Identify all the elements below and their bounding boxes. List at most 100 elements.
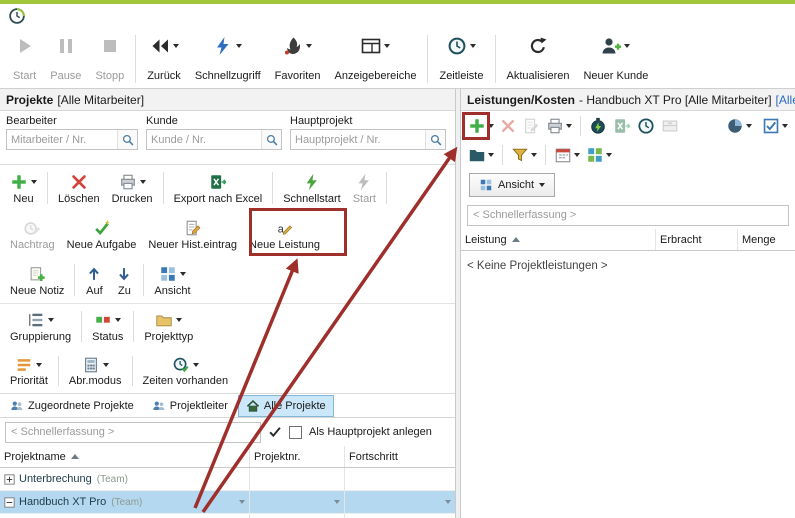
nachtrag-button[interactable]: Nachtrag: [4, 213, 61, 255]
chevron-down-icon[interactable]: [746, 124, 752, 128]
collapse-button[interactable]: Zu: [109, 259, 139, 301]
export-excel-button[interactable]: Export nach Excel: [168, 167, 269, 209]
kunde-search-button[interactable]: [261, 130, 281, 149]
expand-button[interactable]: Auf: [79, 259, 109, 301]
chevron-down-icon[interactable]: [31, 180, 37, 184]
new-customer-button[interactable]: Neuer Kunde: [576, 30, 655, 88]
chevron-down-icon[interactable]: [48, 318, 54, 322]
time-entries-button[interactable]: [634, 115, 658, 137]
chevron-down-icon[interactable]: [193, 363, 199, 367]
chevron-down-icon[interactable]: [470, 44, 476, 48]
services-panel-title: Leistungen/Kosten: [467, 93, 575, 107]
archive-button[interactable]: [658, 115, 682, 137]
start-timer-button[interactable]: Start: [347, 167, 382, 209]
chevron-down-icon[interactable]: [531, 153, 537, 157]
pause-button[interactable]: Pause: [43, 30, 88, 88]
column-header-leistung[interactable]: Leistung: [461, 229, 656, 250]
tab-alle-projekte[interactable]: Alle Projekte: [238, 395, 334, 417]
tree-collapse-icon[interactable]: [4, 497, 15, 508]
quickstart-button[interactable]: Schnellstart: [277, 167, 346, 209]
column-header-projektnr[interactable]: Projektnr.: [250, 446, 345, 467]
chevron-down-icon[interactable]: [574, 153, 580, 157]
services-quick-entry-input[interactable]: [467, 205, 789, 226]
grouping-button[interactable]: Gruppierung: [4, 306, 77, 347]
table-row-handbuch-xt-pro-selected[interactable]: Handbuch XT Pro (Team): [0, 491, 455, 514]
cell-dropdown-icon[interactable]: [239, 500, 245, 504]
chevron-down-icon[interactable]: [140, 180, 146, 184]
timeline-button[interactable]: Zeitleiste: [432, 30, 490, 88]
project-type-button[interactable]: Projekttyp: [138, 306, 199, 347]
confirm-check-icon[interactable]: [268, 425, 282, 439]
statistics-button[interactable]: [723, 115, 755, 137]
chevron-down-icon[interactable]: [236, 44, 242, 48]
print-services-button[interactable]: [543, 115, 575, 137]
priority-button[interactable]: Priorität: [4, 351, 54, 391]
new-project-button[interactable]: Neu: [4, 167, 43, 209]
new-service-entry-button[interactable]: [465, 115, 497, 137]
column-header-fortschritt[interactable]: Fortschritt: [345, 446, 455, 467]
delete-button[interactable]: Löschen: [52, 167, 106, 209]
chevron-down-icon[interactable]: [566, 124, 572, 128]
edit-service-button[interactable]: [519, 115, 543, 137]
quick-access-button[interactable]: Schnellzugriff: [188, 30, 268, 88]
new-service-button[interactable]: Neue Leistung: [243, 213, 326, 255]
chevron-down-icon[interactable]: [606, 153, 612, 157]
stop-button[interactable]: Stopp: [88, 30, 131, 88]
chevron-down-icon[interactable]: [782, 124, 788, 128]
chevron-down-icon[interactable]: [173, 44, 179, 48]
chevron-down-icon[interactable]: [103, 363, 109, 367]
column-header-erbracht[interactable]: Erbracht: [656, 229, 738, 250]
back-button[interactable]: Zurück: [140, 30, 188, 88]
view-button[interactable]: Ansicht: [148, 259, 196, 301]
chevron-down-icon[interactable]: [115, 318, 121, 322]
print-button[interactable]: Drucken: [106, 167, 159, 209]
chevron-down-icon[interactable]: [624, 44, 630, 48]
new-note-button[interactable]: Neue Notiz: [4, 259, 70, 301]
table-row-unterbrechung[interactable]: Unterbrechung (Team): [0, 468, 455, 491]
chevron-down-icon[interactable]: [384, 44, 390, 48]
checklist-button[interactable]: [759, 115, 791, 137]
billing-mode-button[interactable]: Abr.modus: [63, 351, 128, 391]
new-history-entry-button[interactable]: Neuer Hist.eintrag: [142, 213, 243, 255]
chevron-down-icon[interactable]: [180, 272, 186, 276]
times-available-button[interactable]: Zeiten vorhanden: [137, 351, 235, 391]
hauptprojekt-checkbox[interactable]: [289, 426, 302, 439]
favorites-button[interactable]: Favoriten: [268, 30, 328, 88]
category-blocks-button[interactable]: [583, 144, 615, 166]
chevron-down-icon[interactable]: [36, 363, 42, 367]
status-filter-button[interactable]: Status: [86, 306, 129, 347]
chevron-down-icon[interactable]: [306, 44, 312, 48]
cell-dropdown-icon[interactable]: [445, 500, 451, 504]
services-view-button[interactable]: Ansicht: [469, 173, 555, 197]
tree-expand-icon[interactable]: [4, 474, 15, 485]
kunde-input[interactable]: [147, 134, 261, 146]
column-header-projektname[interactable]: Projektname: [0, 446, 250, 467]
new-service-label: Neue Leistung: [249, 239, 320, 251]
scope-filter-link[interactable]: [Alles]: [776, 93, 795, 107]
hauptprojekt-search-button[interactable]: [425, 130, 445, 149]
refresh-button[interactable]: Aktualisieren: [500, 30, 577, 88]
delete-service-button[interactable]: [497, 116, 519, 136]
tab-zugeordnete-projekte[interactable]: Zugeordnete Projekte: [2, 395, 142, 417]
filter-button[interactable]: [508, 144, 540, 166]
new-task-button[interactable]: Neue Aufgabe: [61, 213, 143, 255]
quick-entry-input[interactable]: [5, 422, 261, 443]
cell-dropdown-icon[interactable]: [334, 500, 340, 504]
chevron-down-icon[interactable]: [488, 153, 494, 157]
chevron-down-icon[interactable]: [539, 183, 545, 187]
chevron-down-icon[interactable]: [176, 318, 182, 322]
bearbeiter-search-button[interactable]: [117, 130, 137, 149]
start-button[interactable]: Start: [6, 30, 43, 88]
export-services-excel-button[interactable]: [610, 115, 634, 137]
period-calendar-button[interactable]: [551, 144, 583, 166]
bearbeiter-input[interactable]: [7, 134, 117, 146]
app-logo-icon: [8, 7, 26, 25]
tab-projektleiter[interactable]: Projektleiter: [144, 395, 236, 417]
chevron-down-icon[interactable]: [488, 124, 494, 128]
table-row-kapitel[interactable]: Kapitel "Konfiguration": [0, 514, 455, 518]
hauptprojekt-input[interactable]: [291, 134, 425, 146]
folder-filter-button[interactable]: [465, 144, 497, 166]
column-header-menge[interactable]: Menge: [738, 229, 795, 250]
stopwatch-button[interactable]: [586, 115, 610, 137]
display-areas-button[interactable]: Anzeigebereiche: [328, 30, 424, 88]
